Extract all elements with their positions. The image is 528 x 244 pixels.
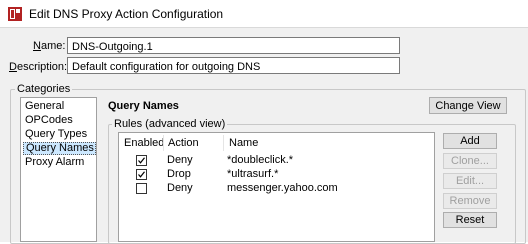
rules-table[interactable]: Enabled Action Name Deny *doubleclick.* … xyxy=(118,132,435,242)
remove-button[interactable]: Remove xyxy=(443,193,497,209)
firebox-app-icon xyxy=(8,7,22,21)
section-title: Query Names xyxy=(108,100,179,112)
add-button[interactable]: Add xyxy=(443,133,497,149)
category-item-general[interactable]: General xyxy=(23,100,96,113)
category-item-query-types[interactable]: Query Types xyxy=(23,128,96,141)
categories-group-label: Categories xyxy=(15,83,73,95)
name-field[interactable]: DNS-Outgoing.1 xyxy=(67,37,400,54)
change-view-button[interactable]: Change View xyxy=(429,97,507,114)
checkmark-icon xyxy=(138,157,145,164)
checkmark-icon xyxy=(138,171,145,178)
table-row[interactable]: Drop *ultrasurf.* xyxy=(119,168,434,181)
category-item-opcodes[interactable]: OPCodes xyxy=(23,114,96,127)
rule-name: messenger.yahoo.com xyxy=(227,182,338,194)
rule-name: *ultrasurf.* xyxy=(227,168,279,180)
description-label-text: escription: xyxy=(16,61,68,73)
column-separator xyxy=(223,135,224,151)
title-bar: Edit DNS Proxy Action Configuration xyxy=(0,0,528,28)
rule-enabled-checkbox[interactable] xyxy=(136,169,147,180)
rule-name: *doubleclick.* xyxy=(227,154,294,166)
window-title: Edit DNS Proxy Action Configuration xyxy=(29,7,224,21)
column-header-enabled[interactable]: Enabled xyxy=(120,133,164,153)
edit-button[interactable]: Edit... xyxy=(443,173,497,189)
category-item-proxy-alarm[interactable]: Proxy Alarm xyxy=(23,156,96,169)
description-label: Description: xyxy=(9,61,67,73)
rule-enabled-checkbox[interactable] xyxy=(136,155,147,166)
rule-action: Deny xyxy=(167,154,193,166)
name-label-mnemonic: N xyxy=(33,40,41,52)
reset-button[interactable]: Reset xyxy=(443,212,497,228)
rules-table-header: Enabled Action Name xyxy=(119,133,434,153)
description-label-mnemonic: D xyxy=(9,61,17,73)
rule-enabled-checkbox[interactable] xyxy=(136,183,147,194)
rule-action: Drop xyxy=(167,168,191,180)
categories-list[interactable]: General OPCodes Query Types Query Names … xyxy=(20,97,97,242)
name-label-text: ame: xyxy=(40,40,66,52)
description-field[interactable]: Default configuration for outgoing DNS xyxy=(67,57,400,74)
rules-group-label: Rules (advanced view) xyxy=(112,118,228,130)
clone-button[interactable]: Clone... xyxy=(443,153,497,169)
column-header-name[interactable]: Name xyxy=(225,133,258,153)
table-row[interactable]: Deny *doubleclick.* xyxy=(119,154,434,167)
name-label: Name: xyxy=(33,40,65,52)
rule-action: Deny xyxy=(167,182,193,194)
column-header-action[interactable]: Action xyxy=(164,133,199,153)
table-row[interactable]: Deny messenger.yahoo.com xyxy=(119,182,434,195)
category-item-query-names[interactable]: Query Names xyxy=(23,142,96,155)
